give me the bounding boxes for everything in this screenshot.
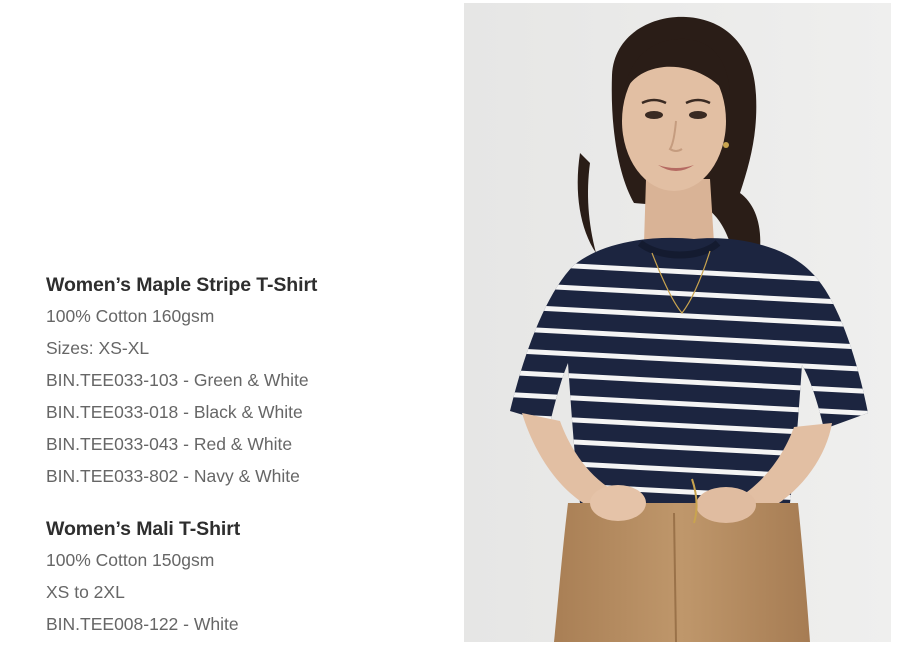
earring	[723, 142, 729, 148]
model-illustration	[464, 3, 891, 642]
left-eye	[645, 111, 663, 119]
product-sizes: XS to 2XL	[46, 582, 125, 602]
right-eye	[689, 111, 707, 119]
product-sku: BIN.TEE033-802 - Navy & White	[46, 466, 300, 486]
product-title: Women’s Maple Stripe T-Shirt	[46, 274, 318, 296]
product-block: Women’s Mali T-Shirt 100% Cotton 150gsm …	[46, 514, 446, 640]
product-material: 100% Cotton 150gsm	[46, 550, 215, 570]
product-block: Women’s Maple Stripe T-Shirt 100% Cotton…	[46, 270, 446, 492]
product-details: Women’s Maple Stripe T-Shirt 100% Cotton…	[46, 270, 446, 640]
left-hand	[590, 485, 646, 521]
product-material: 100% Cotton 160gsm	[46, 306, 215, 326]
skirt	[554, 503, 810, 642]
model-photo	[464, 3, 891, 642]
product-sku: BIN.TEE033-043 - Red & White	[46, 434, 293, 454]
product-page: Women’s Maple Stripe T-Shirt 100% Cotton…	[0, 0, 897, 646]
product-sku: BIN.TEE033-018 - Black & White	[46, 402, 303, 422]
product-title: Women’s Mali T-Shirt	[46, 518, 241, 540]
product-sku: BIN.TEE033-103 - Green & White	[46, 370, 309, 390]
right-hand	[696, 487, 756, 523]
product-sizes: Sizes: XS-XL	[46, 338, 150, 358]
product-sku: BIN.TEE008-122 - White	[46, 614, 239, 634]
